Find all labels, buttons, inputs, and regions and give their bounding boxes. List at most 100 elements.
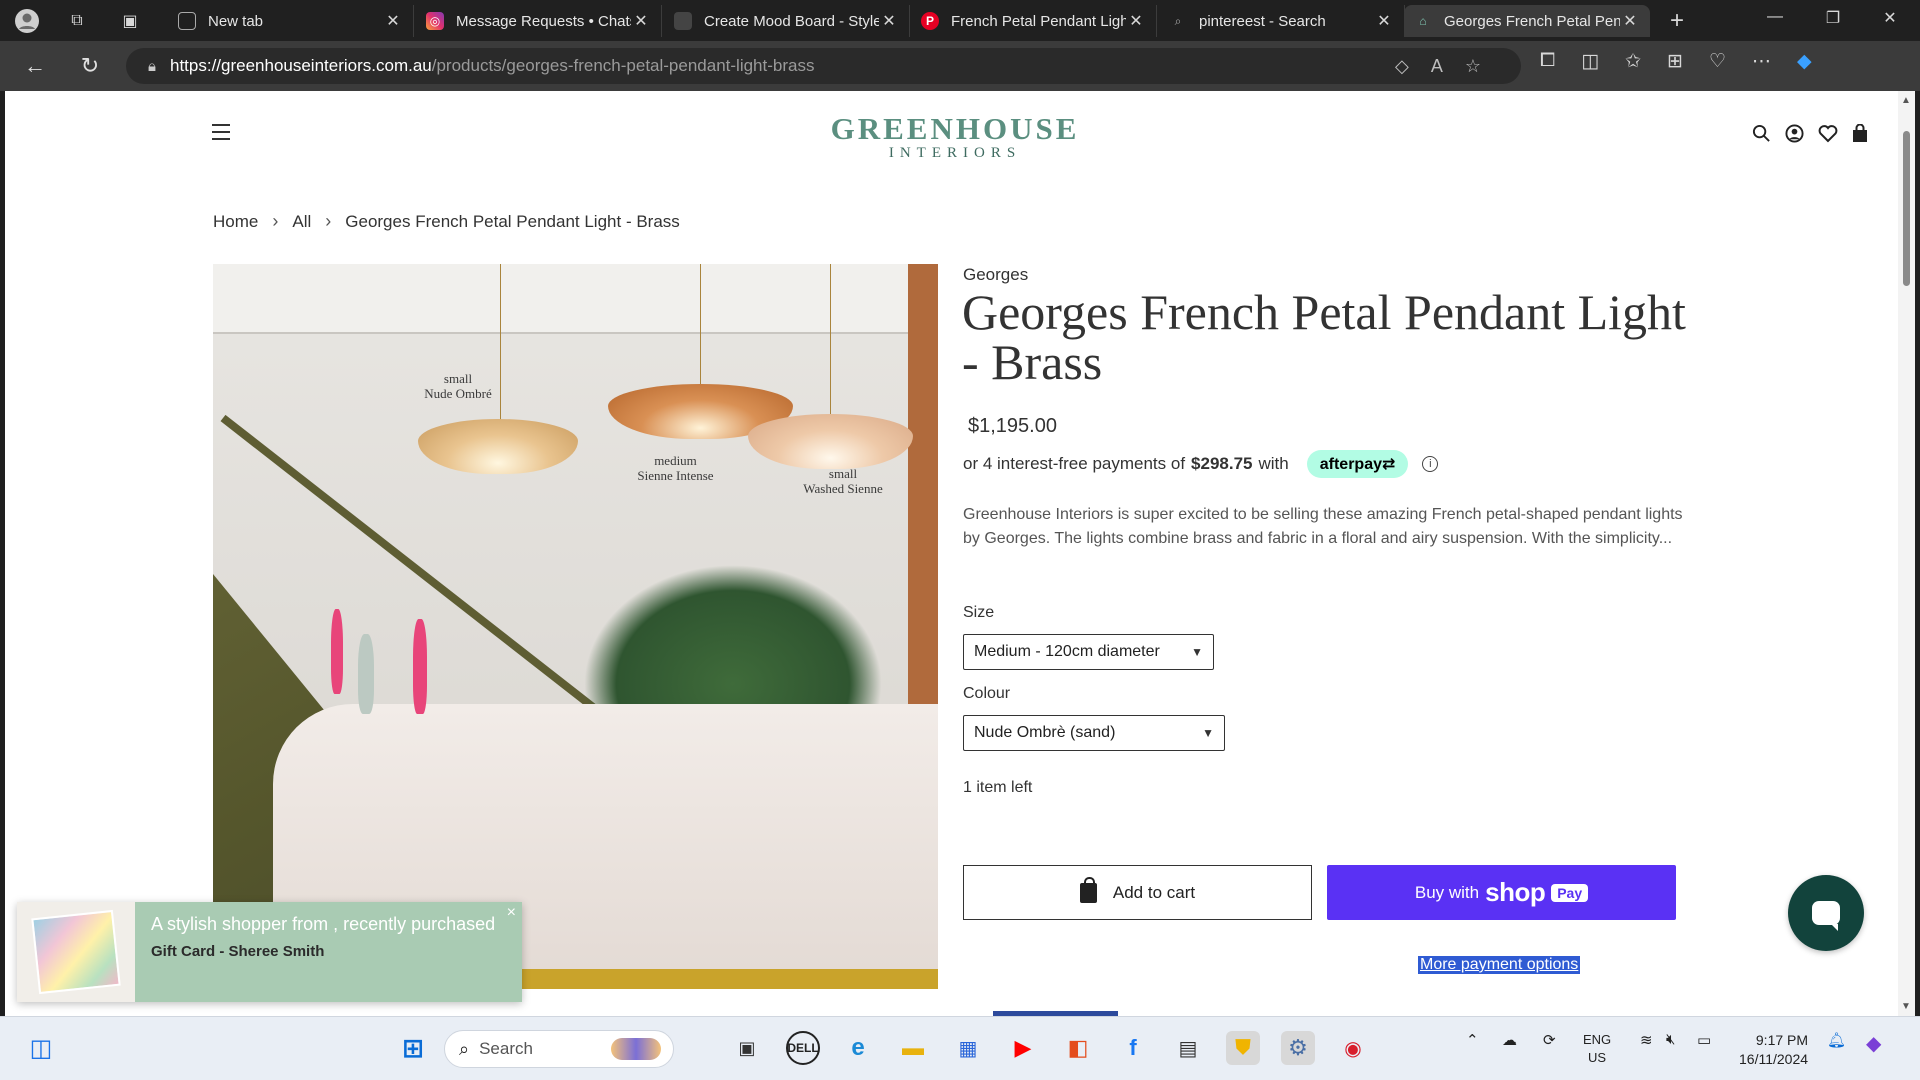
restore-icon[interactable]: ❐: [1813, 8, 1853, 28]
taskbar-search[interactable]: ⌕ Search: [444, 1030, 674, 1068]
account-icon[interactable]: [1785, 124, 1804, 149]
url-host: https://greenhouseinteriors.com.au: [169, 56, 432, 75]
search-icon[interactable]: [1752, 124, 1771, 149]
more-payment-options-link[interactable]: More payment options: [1418, 956, 1581, 974]
minimize-icon[interactable]: —: [1755, 8, 1795, 26]
cart-bag-icon[interactable]: [1852, 123, 1868, 149]
sync-icon[interactable]: ⟳: [1543, 1031, 1556, 1049]
afterpay-badge[interactable]: afterpay⇄: [1306, 450, 1409, 478]
close-icon[interactable]: ✕: [1374, 11, 1394, 31]
vertical-tabs-icon[interactable]: ▣: [115, 6, 145, 36]
menu-hamburger-icon[interactable]: [212, 124, 230, 145]
chat-button[interactable]: [1788, 875, 1864, 951]
scroll-down-icon[interactable]: ▼: [1901, 1001, 1911, 1012]
show-hidden-icons-chevron-icon[interactable]: ⌃: [1466, 1031, 1479, 1049]
language-indicator[interactable]: ENG US: [1583, 1031, 1611, 1067]
add-to-cart-button[interactable]: Add to cart: [963, 865, 1312, 920]
pay-badge: Pay: [1551, 883, 1589, 902]
read-aloud-icon[interactable]: A: [1431, 56, 1443, 77]
wishlist-heart-icon[interactable]: [1818, 124, 1838, 149]
wifi-icon[interactable]: ≋: [1640, 1031, 1653, 1049]
tab-search[interactable]: ⌕ pintereest - Search ✕: [1159, 5, 1405, 37]
shop-logo: shop: [1485, 877, 1546, 907]
youtube-icon[interactable]: ▶: [1006, 1031, 1040, 1065]
facebook-icon[interactable]: f: [1116, 1031, 1150, 1065]
greenhouse-icon: ⌂: [1419, 14, 1427, 28]
volume-muted-icon[interactable]: 🔇︎: [1666, 1031, 1675, 1048]
page-scrollbar[interactable]: ▲ ▼: [1898, 91, 1915, 1016]
file-explorer-icon[interactable]: ▬: [896, 1031, 930, 1065]
antivirus-icon[interactable]: ◉: [1336, 1031, 1370, 1065]
notification-bell-icon[interactable]: 🔔︎: [1827, 1031, 1846, 1049]
close-icon[interactable]: ✕: [631, 11, 651, 31]
stock-status: 1 item left: [963, 779, 1033, 796]
info-icon[interactable]: i: [1422, 456, 1439, 472]
workspaces-icon[interactable]: ⧉: [62, 6, 92, 36]
colour-label: Colour: [963, 685, 1011, 702]
add-to-cart-label: Add to cart: [1112, 882, 1196, 902]
tab-greenhouse[interactable]: ⌂ Georges French Petal Pend ✕: [1404, 5, 1650, 37]
caption-small-nude: small Nude Ombré: [424, 371, 492, 401]
search-icon: ⌕: [459, 1038, 470, 1059]
close-icon[interactable]: ✕: [383, 11, 403, 31]
product-description: Greenhouse Interiors is super excited to…: [963, 506, 1683, 547]
widgets-icon[interactable]: ◫: [24, 1031, 58, 1065]
task-view-icon[interactable]: ▣: [730, 1031, 764, 1065]
settings-gear-icon[interactable]: ⚙: [1281, 1031, 1315, 1065]
close-icon[interactable]: ✕: [879, 11, 899, 31]
colour-select[interactable]: Nude Ombrè (sand) ▼: [963, 715, 1225, 751]
breadcrumb-current: Georges French Petal Pendant Light - Bra…: [345, 211, 680, 231]
extensions-icon[interactable]: ⧠: [1540, 50, 1555, 73]
breadcrumb-home[interactable]: Home: [213, 212, 258, 232]
product-price: $1,195.00: [968, 415, 1057, 437]
tab-mood-board[interactable]: Create Mood Board - Style ✕: [664, 5, 910, 37]
calculator-icon[interactable]: ▤: [1171, 1031, 1205, 1065]
battery-icon[interactable]: ▭: [1697, 1031, 1711, 1049]
copilot-icon[interactable]: ◆: [1866, 1031, 1881, 1056]
onedrive-cloud-icon[interactable]: ☁: [1502, 1031, 1517, 1049]
back-arrow-icon[interactable]: ←: [20, 51, 50, 81]
windows-start-icon[interactable]: ⊞: [396, 1031, 430, 1065]
favorite-star-icon[interactable]: ☆: [1465, 56, 1481, 77]
product-brand[interactable]: Georges: [963, 265, 1028, 285]
dell-icon[interactable]: DELL: [786, 1031, 820, 1065]
size-select[interactable]: Medium - 120cm diameter ▼: [963, 634, 1214, 670]
collections-icon[interactable]: ⊞: [1667, 50, 1683, 73]
close-icon[interactable]: ✕: [1126, 11, 1146, 31]
breadcrumb-all[interactable]: All: [292, 212, 311, 232]
page-viewport: GREENHOUSE INTERIORS Home › All › George…: [5, 91, 1898, 1016]
shop-pay-button[interactable]: Buy with shop Pay: [1327, 865, 1676, 920]
url-path: /products/georges-french-petal-pendant-l…: [431, 56, 815, 75]
site-logo[interactable]: GREENHOUSE INTERIORS: [825, 111, 1085, 162]
tab-new-tab[interactable]: New tab ✕: [168, 5, 414, 37]
new-tab-plus-icon[interactable]: +: [1662, 6, 1692, 36]
split-screen-icon[interactable]: ◫: [1581, 50, 1599, 73]
microsoft-store-icon[interactable]: ▦: [951, 1031, 985, 1065]
favorites-icon[interactable]: ✩: [1625, 50, 1641, 73]
close-icon[interactable]: ×: [507, 904, 516, 922]
tag-icon[interactable]: ◇: [1395, 56, 1409, 77]
window-close-icon[interactable]: ✕: [1870, 8, 1910, 28]
tab-title: New tab: [208, 12, 264, 30]
new-tab-icon: [178, 12, 196, 30]
tab-title: pintereest - Search: [1199, 12, 1326, 30]
scrollbar-thumb[interactable]: [1903, 131, 1910, 286]
more-menu-icon[interactable]: ⋯: [1752, 50, 1771, 73]
refresh-icon[interactable]: ↻: [75, 51, 105, 81]
copilot-icon[interactable]: ◆: [1797, 50, 1812, 73]
performance-icon[interactable]: ♡: [1709, 50, 1726, 73]
system-clock[interactable]: 9:17 PM 16/11/2024: [1739, 1031, 1808, 1069]
notification-text: A stylish shopper from , recently purcha…: [151, 914, 496, 934]
tab-instagram[interactable]: ◎ Message Requests • Chats ✕: [416, 5, 662, 37]
office-icon[interactable]: ◧: [1061, 1031, 1095, 1065]
close-icon[interactable]: ✕: [1620, 11, 1640, 31]
security-shield-icon[interactable]: ⛊: [1226, 1031, 1260, 1065]
product-image[interactable]: small Nude Ombré medium Sienne Intense sma…: [213, 264, 938, 989]
url-field[interactable]: 🔒︎ https://greenhouseinteriors.com.au/pr…: [126, 48, 1521, 84]
scroll-up-icon[interactable]: ▲: [1901, 95, 1911, 106]
tab-pinterest[interactable]: P French Petal Pendant Ligh ✕: [911, 5, 1157, 37]
edge-icon[interactable]: e: [841, 1031, 875, 1065]
notification-product[interactable]: Gift Card - Sheree Smith: [151, 943, 506, 960]
purchase-notification[interactable]: A stylish shopper from , recently purcha…: [17, 902, 522, 1002]
profile-icon[interactable]: [12, 6, 42, 36]
